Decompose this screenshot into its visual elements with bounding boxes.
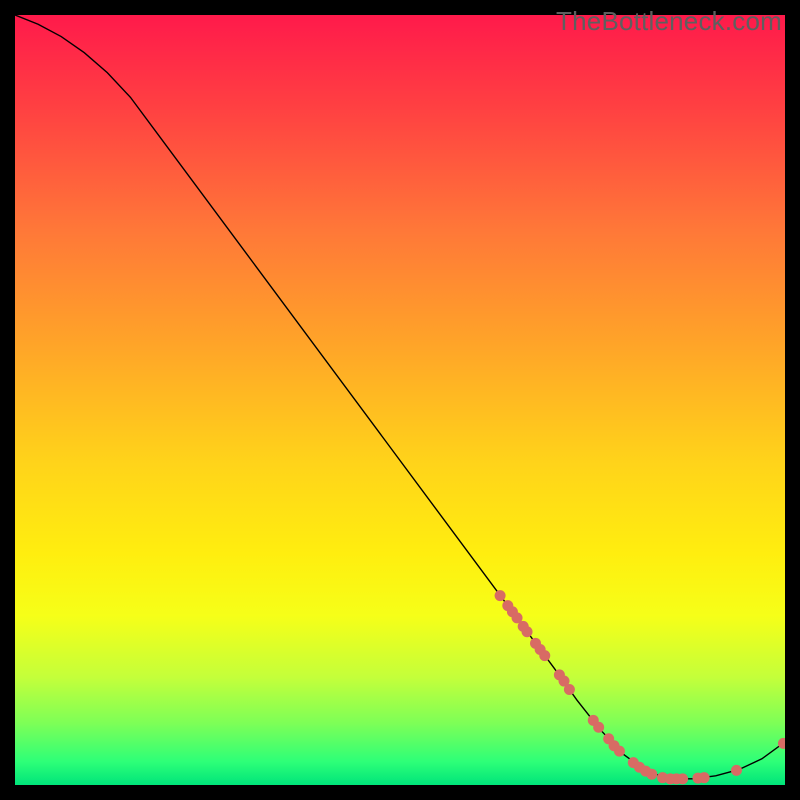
data-point — [564, 684, 575, 695]
data-point — [778, 738, 785, 749]
data-point — [539, 650, 550, 661]
data-point — [614, 746, 625, 757]
data-point — [646, 769, 657, 780]
data-point — [522, 626, 533, 637]
bottleneck-curve — [15, 15, 785, 779]
data-point — [593, 722, 604, 733]
data-point — [495, 590, 506, 601]
data-point — [731, 765, 742, 776]
data-point — [677, 773, 688, 784]
chart-area — [15, 15, 785, 785]
data-markers — [495, 590, 785, 784]
watermark-text: TheBottleneck.com — [556, 6, 782, 37]
curve-layer — [15, 15, 785, 785]
data-point — [699, 772, 710, 783]
